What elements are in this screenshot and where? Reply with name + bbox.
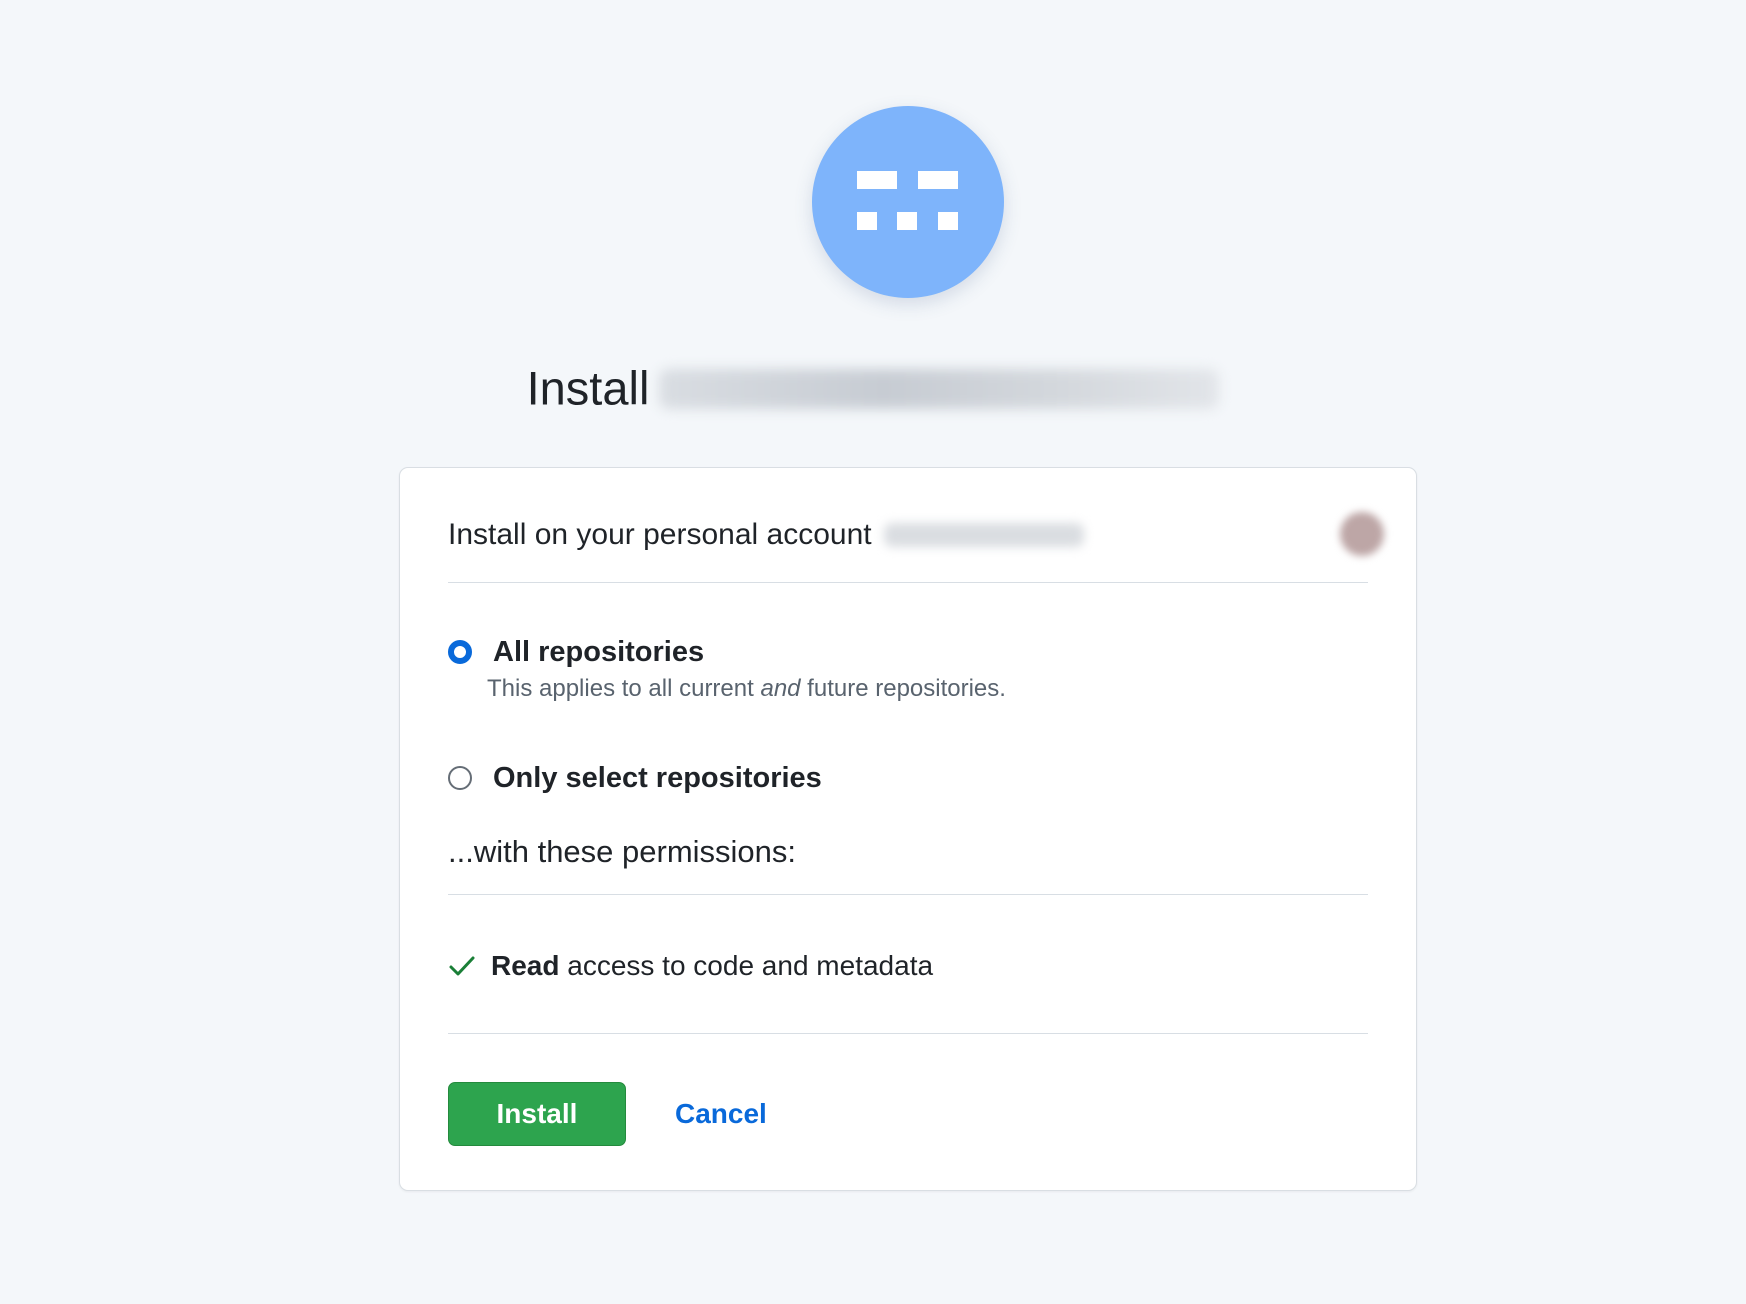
- permission-scope: access to code and metadata: [559, 950, 934, 981]
- radio-only-select-repositories[interactable]: Only select repositories: [448, 760, 822, 796]
- account-label: Install on your personal account: [448, 518, 872, 552]
- account-divider: [448, 582, 1368, 583]
- radio-all-repositories[interactable]: All repositories: [448, 634, 704, 670]
- radio-button-unselected[interactable]: [448, 766, 472, 790]
- radio-button-selected[interactable]: [448, 640, 472, 664]
- permission-item: Read access to code and metadata: [448, 946, 933, 986]
- all-repositories-label: All repositories: [493, 635, 705, 668]
- permissions-heading: ...with these permissions:: [448, 834, 797, 869]
- check-icon: [449, 956, 475, 976]
- only-select-repositories-label: Only select repositories: [493, 761, 822, 794]
- install-button[interactable]: Install: [448, 1082, 626, 1146]
- all-repositories-description: This applies to all current and future r…: [487, 675, 1006, 702]
- redacted-account-name: [883, 523, 1084, 548]
- page-title: Install: [0, 352, 1746, 418]
- app-logo-glyph: [857, 171, 958, 230]
- account-selector[interactable]: Install on your personal account: [448, 512, 1384, 556]
- permissions-divider: [448, 894, 1368, 895]
- permission-access-level: Read: [491, 950, 560, 981]
- install-card: Install on your personal account All rep…: [399, 467, 1417, 1191]
- actions-divider: [448, 1033, 1368, 1034]
- cancel-link[interactable]: Cancel: [675, 1096, 767, 1132]
- app-logo-icon: [812, 106, 1004, 298]
- avatar: [1340, 512, 1384, 556]
- page-title-prefix: Install: [526, 361, 650, 415]
- redacted-app-name: [659, 368, 1220, 409]
